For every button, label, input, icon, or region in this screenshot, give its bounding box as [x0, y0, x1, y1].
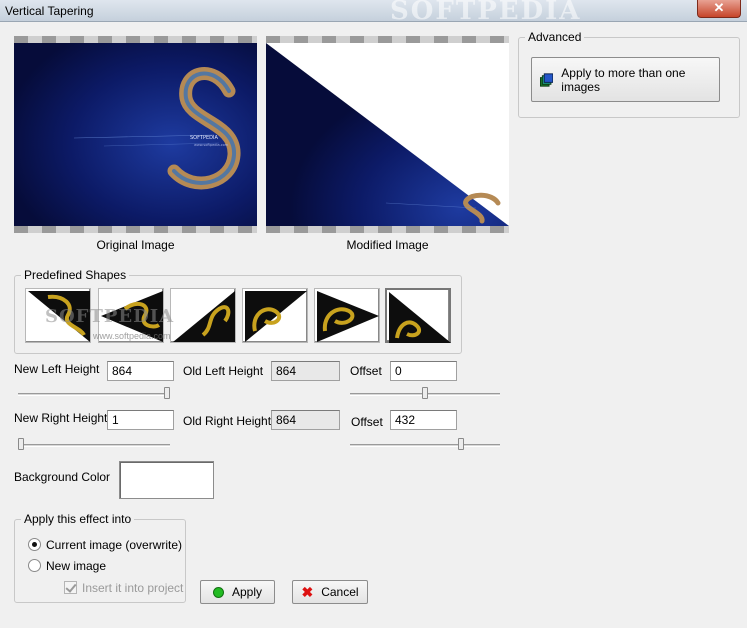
dialog-client: SOFTPEDIA www.softpedia.com Original Ima… [0, 22, 747, 628]
apply-label: Apply [231, 585, 263, 599]
offset-right-input[interactable]: 432 [390, 410, 457, 430]
radio-current-image[interactable] [28, 538, 41, 551]
shapes-watermark: SOFTPEDIA [45, 306, 175, 327]
window-title: Vertical Tapering [5, 4, 94, 18]
cancel-button[interactable]: ✖ Cancel [292, 580, 368, 604]
slider-thumb[interactable] [18, 438, 24, 450]
offset-right-slider[interactable] [350, 438, 500, 452]
new-image-label: New image [46, 559, 107, 573]
apply-into-group: Apply this effect into Current image (ov… [14, 512, 186, 603]
shape-taper-diagonal-icon [389, 292, 451, 343]
original-image-caption: Original Image [96, 238, 175, 252]
old-left-height-label: Old Left Height [183, 364, 264, 378]
slider-thumb[interactable] [458, 438, 464, 450]
background-color-swatch[interactable] [119, 461, 214, 499]
current-image-label: Current image (overwrite) [46, 538, 183, 552]
old-right-height-label: Old Right Height [183, 414, 272, 428]
modified-image-preview [266, 36, 509, 233]
shape-taper-top-right-icon [245, 291, 307, 342]
offset-left-slider[interactable] [350, 387, 500, 401]
shape-taper-right-top-icon [173, 291, 235, 342]
insert-into-project-label: Insert it into project [82, 581, 184, 595]
advanced-group: Advanced Apply to more than one images [518, 30, 740, 118]
new-left-height-slider[interactable] [18, 387, 170, 401]
modified-image-caption: Modified Image [346, 238, 429, 252]
original-image: SOFTPEDIA www.softpedia.com [14, 43, 257, 226]
slider-thumb[interactable] [164, 387, 170, 399]
new-right-height-input[interactable]: 1 [107, 410, 174, 430]
predefined-shapes-group: Predefined Shapes SOFTPEDIA www.softpedi… [14, 268, 462, 354]
title-bar: Vertical Tapering SOFTPEDIA ✕ [0, 0, 747, 26]
apply-button[interactable]: Apply [200, 580, 275, 604]
offset-left-label: Offset [350, 364, 382, 378]
cancel-label: Cancel [321, 585, 359, 599]
background-color-label: Background Color [14, 470, 111, 484]
original-image-preview: SOFTPEDIA www.softpedia.com [14, 36, 257, 233]
predefined-shapes-legend: Predefined Shapes [21, 268, 130, 282]
close-button[interactable]: ✕ [697, 0, 741, 18]
new-right-height-label: New Right Height [14, 411, 108, 425]
shape-arrow-right-icon [317, 291, 379, 342]
shape-taper-right-top[interactable] [170, 288, 236, 343]
insert-into-project-checkbox [64, 581, 77, 594]
stacked-images-icon [540, 72, 554, 87]
apply-into-legend: Apply this effect into [21, 512, 135, 526]
old-right-height-value: 864 [271, 410, 340, 430]
new-right-height-slider[interactable] [18, 438, 170, 452]
image-brand-text: SOFTPEDIA [190, 135, 218, 141]
advanced-legend: Advanced [525, 30, 585, 44]
slider-thumb[interactable] [422, 387, 428, 399]
red-x-icon: ✖ [301, 584, 314, 600]
modified-image [266, 43, 509, 226]
shapes-watermark-url: www.softpedia.com [93, 331, 171, 341]
new-left-height-label: New Left Height [14, 362, 100, 376]
close-icon: ✕ [713, 0, 725, 15]
shape-taper-top-right[interactable] [242, 288, 308, 343]
apply-to-many-label: Apply to more than one images [561, 65, 686, 94]
green-dot-icon [212, 586, 224, 598]
image-brand-url: www.softpedia.com [194, 143, 229, 147]
shape-taper-diagonal[interactable] [385, 288, 451, 343]
radio-new-image[interactable] [28, 559, 41, 572]
offset-left-input[interactable]: 0 [390, 361, 457, 381]
offset-right-label: Offset [351, 415, 383, 429]
apply-to-many-button[interactable]: Apply to more than one images [531, 57, 720, 102]
new-left-height-input[interactable]: 864 [107, 361, 174, 381]
shape-arrow-right[interactable] [314, 288, 380, 343]
old-left-height-value: 864 [271, 361, 340, 381]
